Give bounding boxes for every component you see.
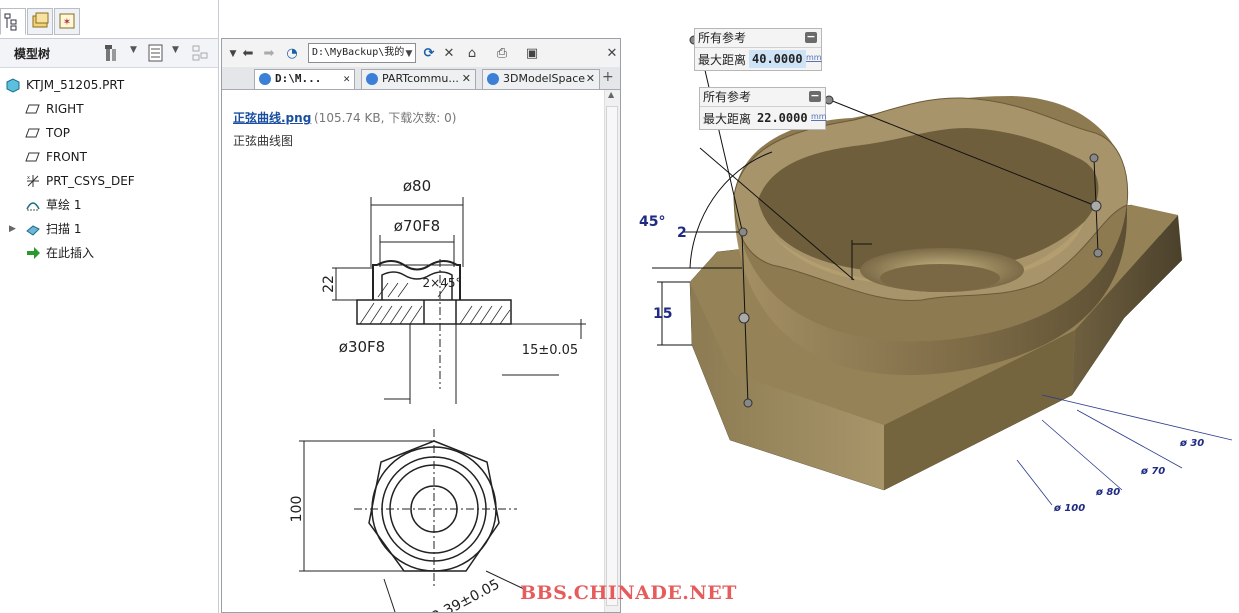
tree-item-label: FRONT xyxy=(46,150,87,164)
model-dim-45: 45° xyxy=(639,214,666,230)
show-dropdown-icon[interactable]: ▼ xyxy=(172,45,179,55)
drawing-dim-100: 100 xyxy=(289,496,305,523)
ie-icon xyxy=(366,73,378,85)
forward-arrow-icon[interactable]: ➡ xyxy=(258,43,280,65)
ie-icon xyxy=(487,73,499,85)
scroll-up-icon[interactable]: ▲ xyxy=(608,90,614,99)
favorites-icon: ✶ xyxy=(59,13,75,29)
model-dim-30: ø 30 xyxy=(1180,438,1205,449)
measure-popup-1: 所有参考 − 最大距离 40.0000 mm xyxy=(694,28,822,71)
expand-arrow-icon[interactable]: ▶ xyxy=(9,218,16,240)
print-icon[interactable]: ⎙ xyxy=(491,43,513,65)
engineering-drawing-image: ø80 ø70F8 22 2×45° ø30F8 15±0.05 100 92.… xyxy=(289,179,586,612)
browser-tab[interactable]: PARTcommu... ✕ xyxy=(361,69,476,89)
model-tree-panel: ✶ 模型树 ▼ ▼ KTJM_51205.PRT RIGHT TOP FRONT… xyxy=(0,0,219,613)
close-tab-icon[interactable]: ✕ xyxy=(462,70,471,88)
sweep-icon xyxy=(26,225,40,236)
refresh-icon[interactable]: ⟳ xyxy=(418,43,440,65)
home-icon[interactable]: ⌂ xyxy=(461,43,483,65)
favorites-tab[interactable]: ✶ xyxy=(54,8,80,35)
tree-item-label: PRT_CSYS_DEF xyxy=(46,174,135,188)
drawing-dim-15: 15±0.05 xyxy=(522,343,578,358)
model-dim-100: ø 100 xyxy=(1054,503,1086,514)
history-icon[interactable]: ◔ xyxy=(281,43,303,65)
popup-header: 所有参考 xyxy=(695,29,821,48)
insert-here-icon xyxy=(27,247,40,259)
tab-label: PARTcommu... xyxy=(382,72,459,85)
model-dim-70: ø 70 xyxy=(1141,466,1166,477)
file-description: 正弦曲线图 xyxy=(233,134,294,148)
measure-popup-2: 所有参考 − 最大距离 22.0000 mm xyxy=(699,87,827,130)
close-tab-icon[interactable]: ✕ xyxy=(343,70,350,88)
csys-icon: x xyxy=(27,175,39,187)
popup-header: 所有参考 xyxy=(700,88,825,107)
tree-item-label: TOP xyxy=(46,126,71,140)
settings-tools-icon[interactable] xyxy=(102,43,122,63)
tree-item-label: 扫描 1 xyxy=(46,222,82,236)
folder-browser-tab[interactable] xyxy=(27,8,53,35)
file-link[interactable]: 正弦曲线.png xyxy=(233,109,311,126)
svg-text:✶: ✶ xyxy=(63,17,71,28)
popup-unit: mm xyxy=(811,112,827,121)
ie-icon xyxy=(259,73,271,85)
datum-plane-icon xyxy=(25,152,40,162)
browser-toolbar: ▼ ⬅ ➡ ◔ D:\MyBackup\我的 ▼ ⟳ ✕ ⌂ ⎙ ▣ ✕ xyxy=(222,39,620,67)
watermark: BBS.CHINADE.NET xyxy=(520,582,737,604)
tree-item-label: 在此插入 xyxy=(46,246,95,260)
close-tab-icon[interactable]: ✕ xyxy=(586,70,595,88)
save-icon[interactable]: ▣ xyxy=(521,43,543,65)
top-tab-strip: ✶ xyxy=(0,8,84,36)
tree-item-label: KTJM_51205.PRT xyxy=(26,78,125,92)
show-list-icon[interactable] xyxy=(146,43,166,63)
embedded-browser: ▼ ⬅ ➡ ◔ D:\MyBackup\我的 ▼ ⟳ ✕ ⌂ ⎙ ▣ ✕ D:\… xyxy=(221,38,621,613)
browser-tab[interactable]: D:\M... ✕ xyxy=(254,69,355,89)
datum-plane-icon xyxy=(25,128,40,138)
drawing-dim-22: 22 xyxy=(321,275,337,293)
popup-value[interactable]: 40.0000 xyxy=(749,50,806,68)
popup-label: 最大距离 xyxy=(703,112,752,126)
browser-tab-bar: D:\M... ✕ PARTcommu... ✕ 3DModelSpace ✕ … xyxy=(222,67,620,90)
datum-plane-icon xyxy=(25,104,40,114)
stop-icon[interactable]: ✕ xyxy=(438,43,460,65)
model-tree-tab[interactable] xyxy=(0,8,26,35)
address-field[interactable]: D:\MyBackup\我的 xyxy=(308,43,416,63)
tree-icon xyxy=(4,13,17,31)
model-tree-header: 模型树 ▼ ▼ xyxy=(0,38,218,68)
collapse-icon[interactable]: − xyxy=(809,90,821,102)
drawing-dim-30: ø30F8 xyxy=(339,338,385,356)
new-tab-icon[interactable]: + xyxy=(602,69,614,85)
back-arrow-icon[interactable]: ⬅ xyxy=(237,43,259,65)
settings-dropdown-icon[interactable]: ▼ xyxy=(130,45,137,55)
close-browser-icon[interactable]: ✕ xyxy=(604,43,620,65)
model-dim-15: 15 xyxy=(653,306,673,322)
drawing-dim-70: ø70F8 xyxy=(394,217,440,235)
tab-label: 3DModelSpace xyxy=(503,72,586,85)
tree-filter-icon[interactable] xyxy=(190,43,212,63)
sketch-icon xyxy=(26,202,40,211)
collapse-icon[interactable]: − xyxy=(805,31,817,43)
model-dim-2: 2 xyxy=(677,225,687,241)
popup-unit: mm xyxy=(806,53,822,62)
tree-item-label: 草绘 1 xyxy=(46,198,82,212)
popup-value[interactable]: 22.0000 xyxy=(754,109,811,127)
model-dim-80: ø 80 xyxy=(1096,487,1121,498)
address-dropdown-icon[interactable]: ▼ xyxy=(402,43,416,65)
popup-label: 最大距离 xyxy=(698,53,747,67)
vertical-scrollbar[interactable]: ▲ xyxy=(604,90,620,612)
svg-text:x: x xyxy=(27,175,30,181)
browser-tab[interactable]: 3DModelSpace ✕ xyxy=(482,69,600,89)
drawing-dim-chamfer: 2×45° xyxy=(423,276,462,290)
drawing-dim-9239: 92.39±0.05 xyxy=(422,576,503,612)
tree-item-label: RIGHT xyxy=(46,102,84,116)
model-tree-title: 模型树 xyxy=(14,47,51,61)
drawing-dim-80: ø80 xyxy=(403,179,431,195)
folder-icon xyxy=(32,12,49,28)
part-icon xyxy=(6,78,20,93)
scrollbar-thumb[interactable] xyxy=(606,106,618,606)
file-meta: (105.74 KB, 下载次数: 0) xyxy=(314,111,457,125)
tab-label: D:\M... xyxy=(275,72,322,85)
